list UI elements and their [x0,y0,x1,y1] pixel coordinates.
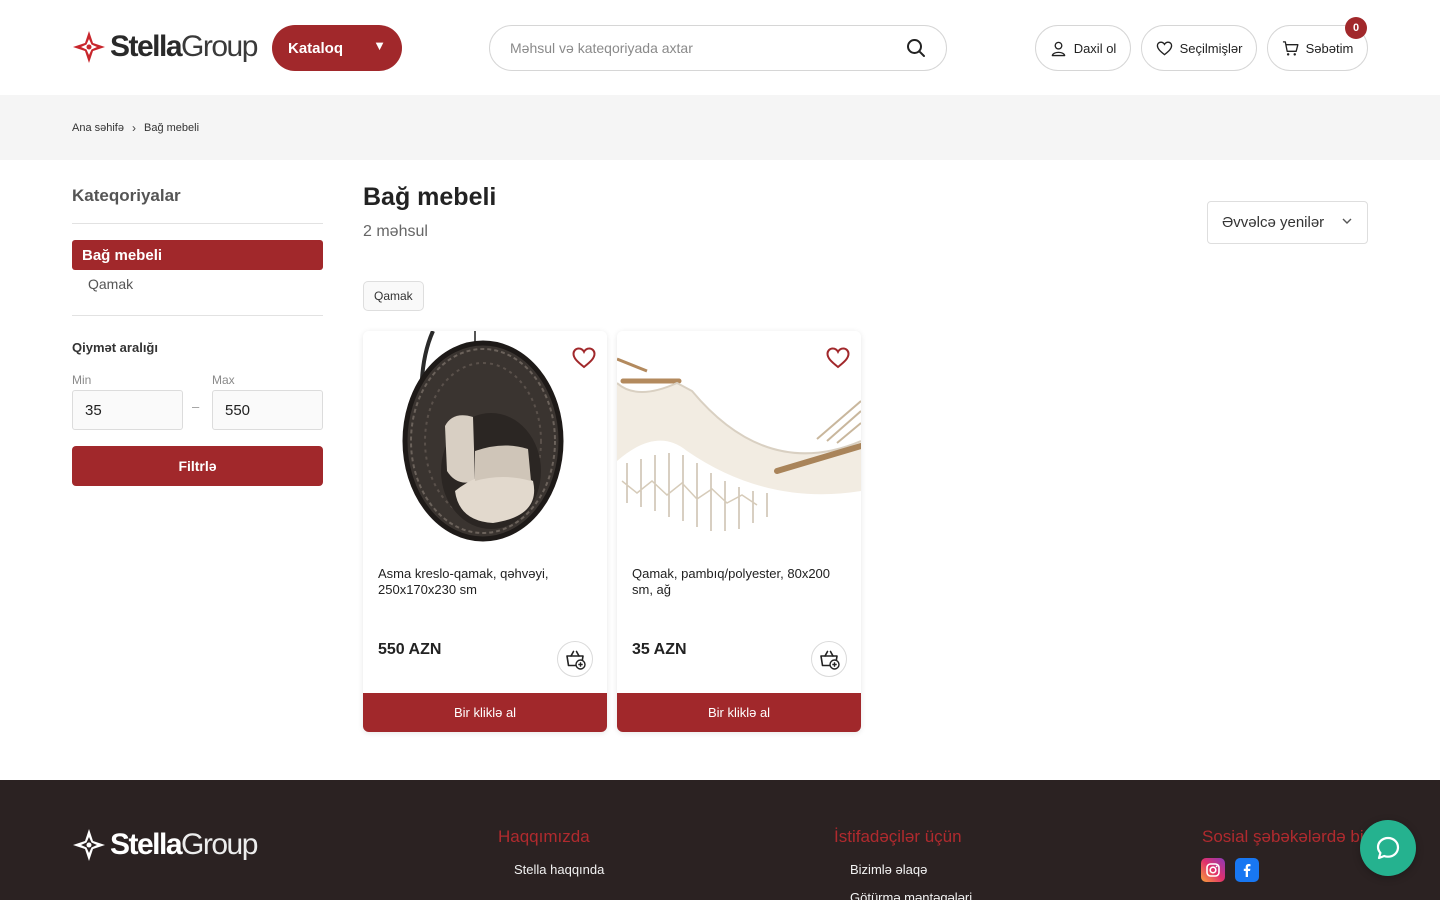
basket-plus-icon [820,650,840,670]
heart-icon [1156,41,1172,55]
catalog-label: Kataloq [288,39,344,57]
sidebar: Kateqoriyalar Bağ mebeli Qamak Qiymət ar… [72,180,323,486]
instagram-icon[interactable] [1201,858,1225,882]
facebook-glyph [1243,864,1251,877]
cart-count-badge: 0 [1345,17,1367,39]
favorite-heart-icon[interactable] [571,345,597,371]
logo-star-icon [73,829,105,861]
filter-button[interactable]: Filtrlə [72,446,323,486]
breadcrumb: Ana səhifə › Bağ mebeli [72,121,199,135]
login-button[interactable]: Daxil ol [1035,25,1131,71]
breadcrumb-current: Bağ mebeli [143,122,200,134]
footer-social-title: Sosial şəbəkələrdə biz [1202,827,1373,846]
facebook-icon[interactable] [1235,858,1259,882]
sort-label: Əvvəlcə yenilər [1222,214,1325,231]
sort-dropdown[interactable]: Əvvəlcə yenilər [1207,201,1368,244]
product-name[interactable]: Asma kreslo-qamak, qəhvəyi, 250x170x230 … [378,566,593,598]
category-active-item[interactable]: Bağ mebeli [72,240,323,270]
footer-about-title: Haqqımızda [498,827,590,846]
chat-button[interactable] [1360,820,1416,876]
product-price: 35 AZN [632,641,687,658]
price-min-label: Min [72,373,92,387]
favorites-button[interactable]: Seçilmişlər [1141,25,1257,71]
add-to-cart-button[interactable] [811,641,847,677]
site-header: StellaGroup Kataloq ▼ Daxil ol Seçilmişl… [0,0,1440,95]
caret-down-icon: ▼ [373,38,386,53]
search-input[interactable] [510,40,906,56]
logo-star-icon [73,31,105,63]
product-price: 550 AZN [378,641,442,658]
categories-title: Kateqoriyalar [72,180,323,224]
page-title: Bağ mebeli [363,183,497,211]
login-label: Daxil ol [1073,40,1117,56]
cart-button[interactable]: Səbətim 0 [1267,17,1368,71]
favorites-label: Seçilmişlər [1179,40,1243,56]
product-card[interactable]: Qamak, pambıq/polyester, 80x200 sm, ağ 3… [617,331,861,732]
price-max-label: Max [212,373,235,387]
footer-link-about-stella[interactable]: Stella haqqında [514,862,604,877]
basket-plus-icon [566,650,586,670]
buy-one-click-button[interactable]: Bir kliklə al [363,693,607,732]
chevron-right-icon: › [131,121,136,135]
product-count: 2 məhsul [363,223,428,240]
logo-text: StellaGroup [110,30,258,63]
product-card[interactable]: Asma kreslo-qamak, qəhvəyi, 250x170x230 … [363,331,607,732]
instagram-glyph [1206,863,1220,877]
favorite-heart-icon[interactable] [825,345,851,371]
site-logo[interactable]: StellaGroup [72,28,258,66]
footer-link-contact[interactable]: Bizimlə əlaqə [850,862,927,877]
breadcrumb-home[interactable]: Ana səhifə [72,122,124,134]
filter-chip-qamak[interactable]: Qamak [363,281,424,311]
product-name[interactable]: Qamak, pambıq/polyester, 80x200 sm, ağ [632,566,847,598]
cart-label: Səbətim [1305,40,1354,56]
buy-one-click-button[interactable]: Bir kliklə al [617,693,861,732]
sidebar-divider [72,315,323,316]
breadcrumb-bar: Ana səhifə › Bağ mebeli [0,95,1440,160]
price-max-input[interactable] [212,390,323,430]
price-range-inputs: Min Max – [72,373,323,433]
price-range-title: Qiymət aralığı [72,340,158,355]
footer-logo-text: StellaGroup [110,828,258,861]
footer-users-title: İstifadəçilər üçün [834,827,962,846]
chevron-down-icon [1342,218,1352,224]
add-to-cart-button[interactable] [557,641,593,677]
chat-bubble-icon [1376,836,1400,860]
site-footer: StellaGroup Haqqımızda Stella haqqında İ… [0,780,1440,900]
subcategory-item[interactable]: Qamak [72,276,323,300]
catalog-button[interactable]: Kataloq ▼ [272,25,402,71]
footer-link-pickup-points[interactable]: Götürmə məntəqələri [850,890,972,900]
price-range-dash: – [192,399,200,414]
cart-icon [1282,40,1299,56]
search-bar [489,25,947,71]
price-min-input[interactable] [72,390,183,430]
user-icon [1051,41,1065,56]
footer-logo[interactable]: StellaGroup [72,828,258,862]
search-icon[interactable] [906,38,926,58]
